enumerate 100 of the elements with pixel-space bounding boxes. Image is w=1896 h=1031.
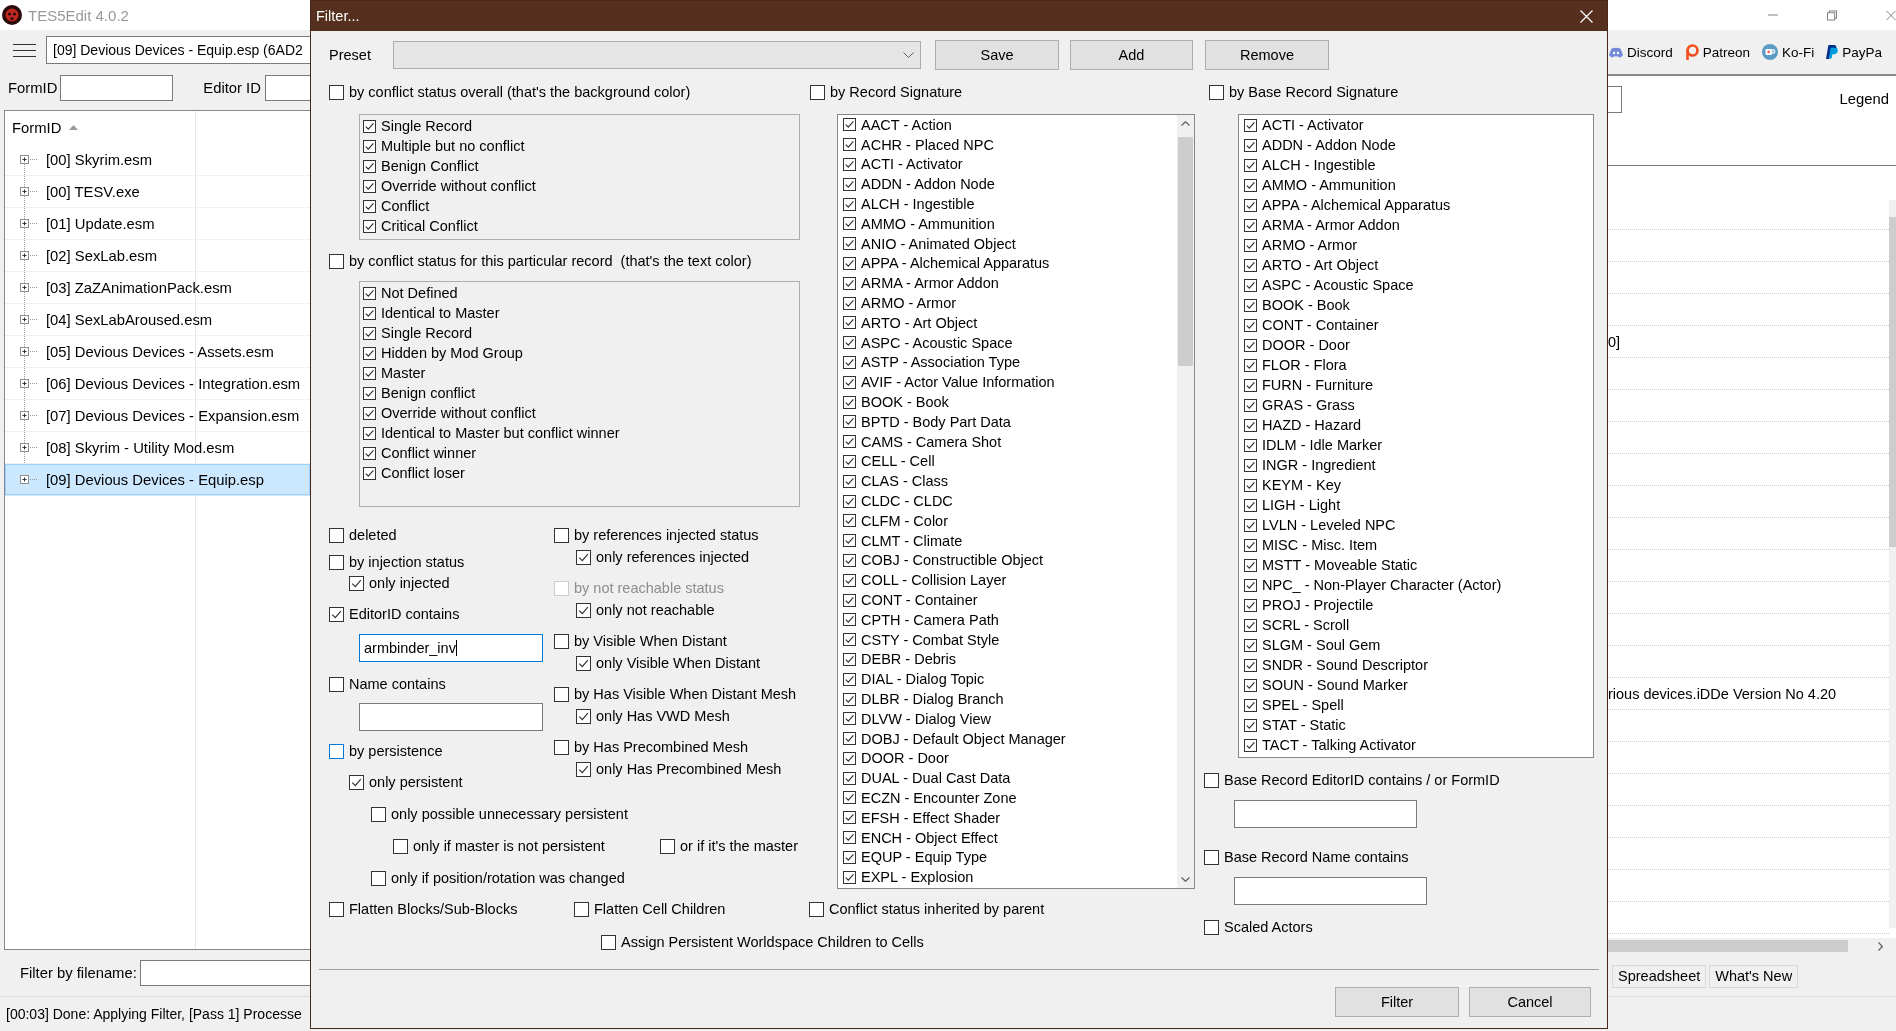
list-item[interactable]: MSTT - Moveable Static [1262, 557, 1418, 573]
checkbox[interactable] [809, 901, 824, 917]
checkbox[interactable] [843, 593, 856, 607]
list-item[interactable]: BOOK - Book [861, 394, 949, 411]
list-item[interactable]: PROJ - Projectile [1262, 597, 1374, 613]
list-item[interactable]: ARTO - Art Object [1262, 257, 1379, 273]
list-item[interactable]: Benign conflict [381, 385, 476, 401]
checkbox[interactable] [1244, 698, 1257, 712]
text-field[interactable] [1234, 800, 1417, 828]
checkbox[interactable] [329, 554, 344, 570]
checkbox[interactable] [1244, 598, 1257, 612]
checkbox[interactable] [843, 138, 856, 152]
list-item[interactable]: Master [381, 365, 426, 381]
checkbox[interactable] [1244, 458, 1257, 472]
checkbox[interactable] [1244, 218, 1257, 232]
list-item[interactable]: TACT - Talking Activator [1262, 737, 1416, 753]
checkbox[interactable] [1204, 772, 1219, 788]
list-item[interactable]: COLL - Collision Layer [861, 572, 1007, 589]
checkbox[interactable] [843, 276, 856, 290]
checkbox[interactable] [843, 415, 856, 429]
checkbox[interactable] [1244, 638, 1257, 652]
list-item[interactable]: Override without conflict [381, 405, 536, 421]
checkbox[interactable] [843, 336, 856, 350]
list-item[interactable]: ADDN - Addon Node [1262, 137, 1396, 153]
list-item[interactable]: APPA - Alchemical Apparatus [1262, 197, 1451, 213]
list-item[interactable]: CLDC - CLDC [861, 493, 953, 510]
checkbox[interactable] [363, 366, 376, 380]
list-item[interactable]: Critical Conflict [381, 218, 478, 234]
checkbox[interactable] [363, 406, 376, 420]
checkbox[interactable] [843, 831, 856, 845]
tab[interactable]: Spreadsheet [1612, 965, 1707, 988]
list-item[interactable]: INGR - Ingredient [1262, 457, 1376, 473]
checkbox[interactable] [576, 761, 591, 777]
checkbox[interactable] [843, 553, 856, 567]
list-item[interactable]: CPTH - Camera Path [861, 611, 999, 628]
checkbox[interactable] [601, 934, 616, 950]
checkbox[interactable] [843, 712, 856, 726]
checkbox[interactable] [371, 806, 386, 822]
checkbox[interactable] [1244, 418, 1257, 432]
checkbox[interactable] [554, 527, 569, 543]
checkbox[interactable] [1244, 138, 1257, 152]
checkbox[interactable] [576, 549, 591, 565]
list-item[interactable]: DLBR - Dialog Branch [861, 691, 1004, 707]
checkbox[interactable] [574, 901, 589, 917]
link[interactable]: Discord [1609, 44, 1673, 60]
checkbox[interactable] [554, 739, 569, 755]
list-item[interactable]: IDLM - Idle Marker [1262, 437, 1383, 453]
checkbox[interactable] [349, 575, 364, 591]
chevron-up-icon[interactable] [1181, 121, 1190, 126]
checkbox[interactable] [843, 850, 856, 864]
checkbox[interactable] [843, 355, 856, 369]
checkbox[interactable] [843, 474, 856, 488]
chevron-right-icon[interactable] [1878, 941, 1883, 951]
checkbox[interactable] [660, 838, 675, 854]
checkbox[interactable] [363, 179, 376, 193]
checkbox[interactable] [843, 672, 856, 686]
list-item[interactable]: Conflict loser [381, 465, 465, 481]
list-item[interactable]: ARMO - Armor [1262, 237, 1358, 253]
checkbox[interactable] [554, 633, 569, 649]
list-item[interactable]: CLFM - Color [861, 512, 948, 529]
list-item[interactable]: ASPC - Acoustic Space [861, 334, 1013, 351]
list-item[interactable]: EFSH - Effect Shader [861, 809, 1001, 826]
list-item[interactable]: AMMO - Ammunition [861, 215, 995, 232]
add-button[interactable]: Add [1070, 40, 1193, 70]
editor-id-input[interactable] [264, 75, 310, 101]
checkbox[interactable] [843, 395, 856, 409]
checkbox[interactable] [1244, 478, 1257, 492]
formid-input[interactable] [60, 75, 174, 101]
scrollbar-thumb[interactable] [1178, 137, 1193, 366]
list-item[interactable]: ACTI - Activator [1262, 117, 1364, 133]
list-item[interactable]: DIAL - Dialog Topic [861, 671, 985, 688]
list-item[interactable]: ALCH - Ingestible [861, 196, 975, 213]
checkbox[interactable] [363, 219, 376, 233]
checkbox[interactable] [843, 692, 856, 706]
checkbox[interactable] [363, 466, 376, 480]
list-item[interactable]: STAT - Static [1262, 717, 1346, 733]
checkbox[interactable] [843, 375, 856, 389]
link[interactable]: Ko-Fi [1762, 44, 1815, 60]
list-item[interactable]: ADDN - Addon Node [861, 176, 995, 193]
list-item[interactable]: DOOR - Door [1262, 337, 1350, 353]
list-item[interactable]: SOUN - Sound Marker [1262, 677, 1408, 693]
list-item[interactable]: EXPL - Explosion [861, 869, 974, 886]
checkbox[interactable] [1244, 518, 1257, 532]
list-item[interactable]: Conflict winner [381, 445, 477, 461]
list-item[interactable]: DUAL - Dual Cast Data [861, 770, 1011, 787]
checkbox[interactable] [1209, 84, 1224, 100]
checkbox[interactable] [1244, 278, 1257, 292]
list-item[interactable]: CSTY - Combat Style [861, 631, 1000, 648]
list-item[interactable]: EQUP - Equip Type [861, 849, 987, 866]
list-item[interactable]: Override without conflict [381, 178, 536, 194]
filter-button[interactable]: Filter [1335, 987, 1459, 1017]
checkbox[interactable] [329, 606, 344, 622]
checkbox[interactable] [1244, 358, 1257, 372]
tab[interactable]: What's New [1709, 965, 1799, 988]
list-item[interactable]: ASTP - Association Type [861, 354, 1021, 371]
checkbox[interactable] [843, 573, 856, 587]
checkbox[interactable] [363, 346, 376, 360]
list-item[interactable]: CONT - Container [861, 592, 978, 608]
menu-icon[interactable] [13, 43, 36, 57]
checkbox[interactable] [363, 326, 376, 340]
